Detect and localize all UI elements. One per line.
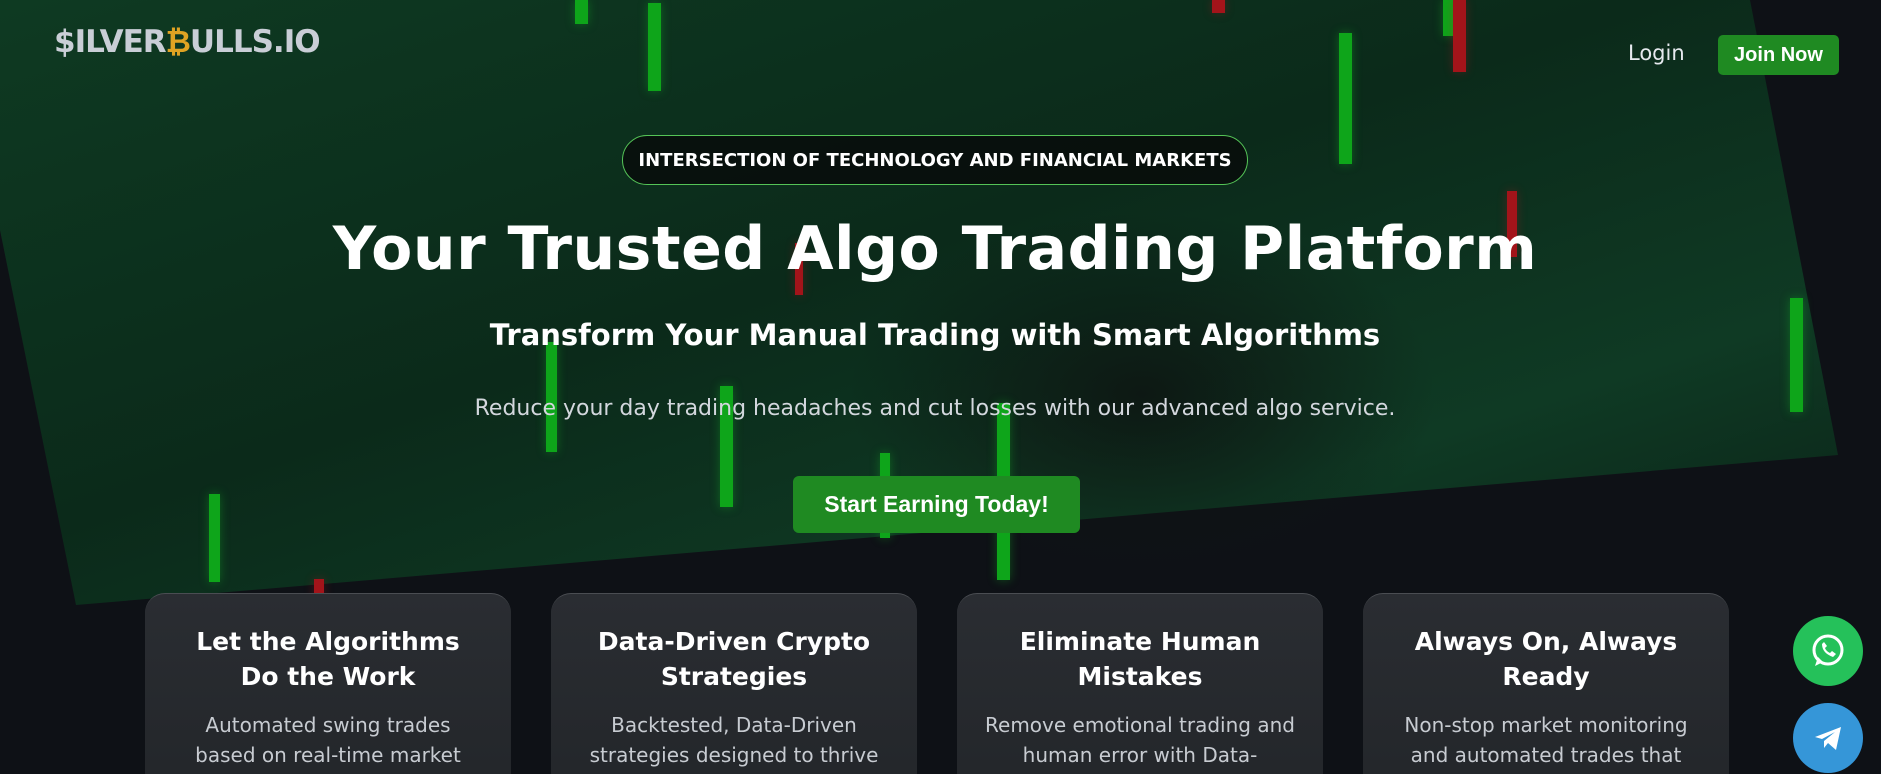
site-header: $ILVER₿ULLS.IO Login Join Now: [0, 0, 1881, 110]
feature-card: Let the Algorithms Do the Work Automated…: [145, 593, 511, 774]
feature-card-text: Automated swing trades based on real-tim…: [195, 713, 461, 767]
feature-card-title: Always On, Always Ready: [1414, 627, 1678, 691]
logo-dollar-glyph: $: [54, 24, 76, 60]
feature-card: Data-Driven Crypto Strategies Backtested…: [551, 593, 917, 774]
feature-card-text: Backtested, Data-Driven strategies desig…: [589, 713, 879, 767]
feature-card-title: Data-Driven Crypto Strategies: [597, 627, 871, 691]
page: $ILVER₿ULLS.IO Login Join Now INTERSECTI…: [0, 0, 1881, 774]
hero-description: Reduce your day trading headaches and cu…: [474, 396, 1396, 421]
logo-text-part1: ILVER: [74, 24, 167, 60]
hero-subtitle: Transform Your Manual Trading with Smart…: [489, 318, 1381, 352]
bitcoin-icon: ₿: [165, 24, 191, 60]
feature-card: Always On, Always Ready Non-stop market …: [1363, 593, 1729, 774]
whatsapp-button[interactable]: [1793, 616, 1863, 686]
join-now-button[interactable]: Join Now: [1718, 35, 1839, 75]
feature-card: Eliminate Human Mistakes Remove emotiona…: [957, 593, 1323, 774]
tagline-pill: INTERSECTION OF TECHNOLOGY AND FINANCIAL…: [622, 135, 1248, 185]
feature-card-title: Let the Algorithms Do the Work: [196, 627, 460, 691]
feature-card-text: Remove emotional trading and human error…: [985, 713, 1295, 767]
site-logo[interactable]: $ILVER₿ULLS.IO: [54, 24, 321, 60]
feature-card-text: Non-stop market monitoring and automated…: [1404, 713, 1688, 767]
whatsapp-icon: [1812, 634, 1844, 666]
start-earning-button[interactable]: Start Earning Today!: [793, 476, 1080, 533]
telegram-button[interactable]: [1793, 703, 1863, 773]
page-title: Your Trusted Algo Trading Platform: [332, 214, 1538, 284]
logo-text-part2: ULLS.IO: [189, 24, 321, 60]
telegram-icon: [1815, 727, 1841, 750]
login-link[interactable]: Login: [1628, 41, 1685, 65]
feature-card-title: Eliminate Human Mistakes: [1019, 627, 1261, 691]
